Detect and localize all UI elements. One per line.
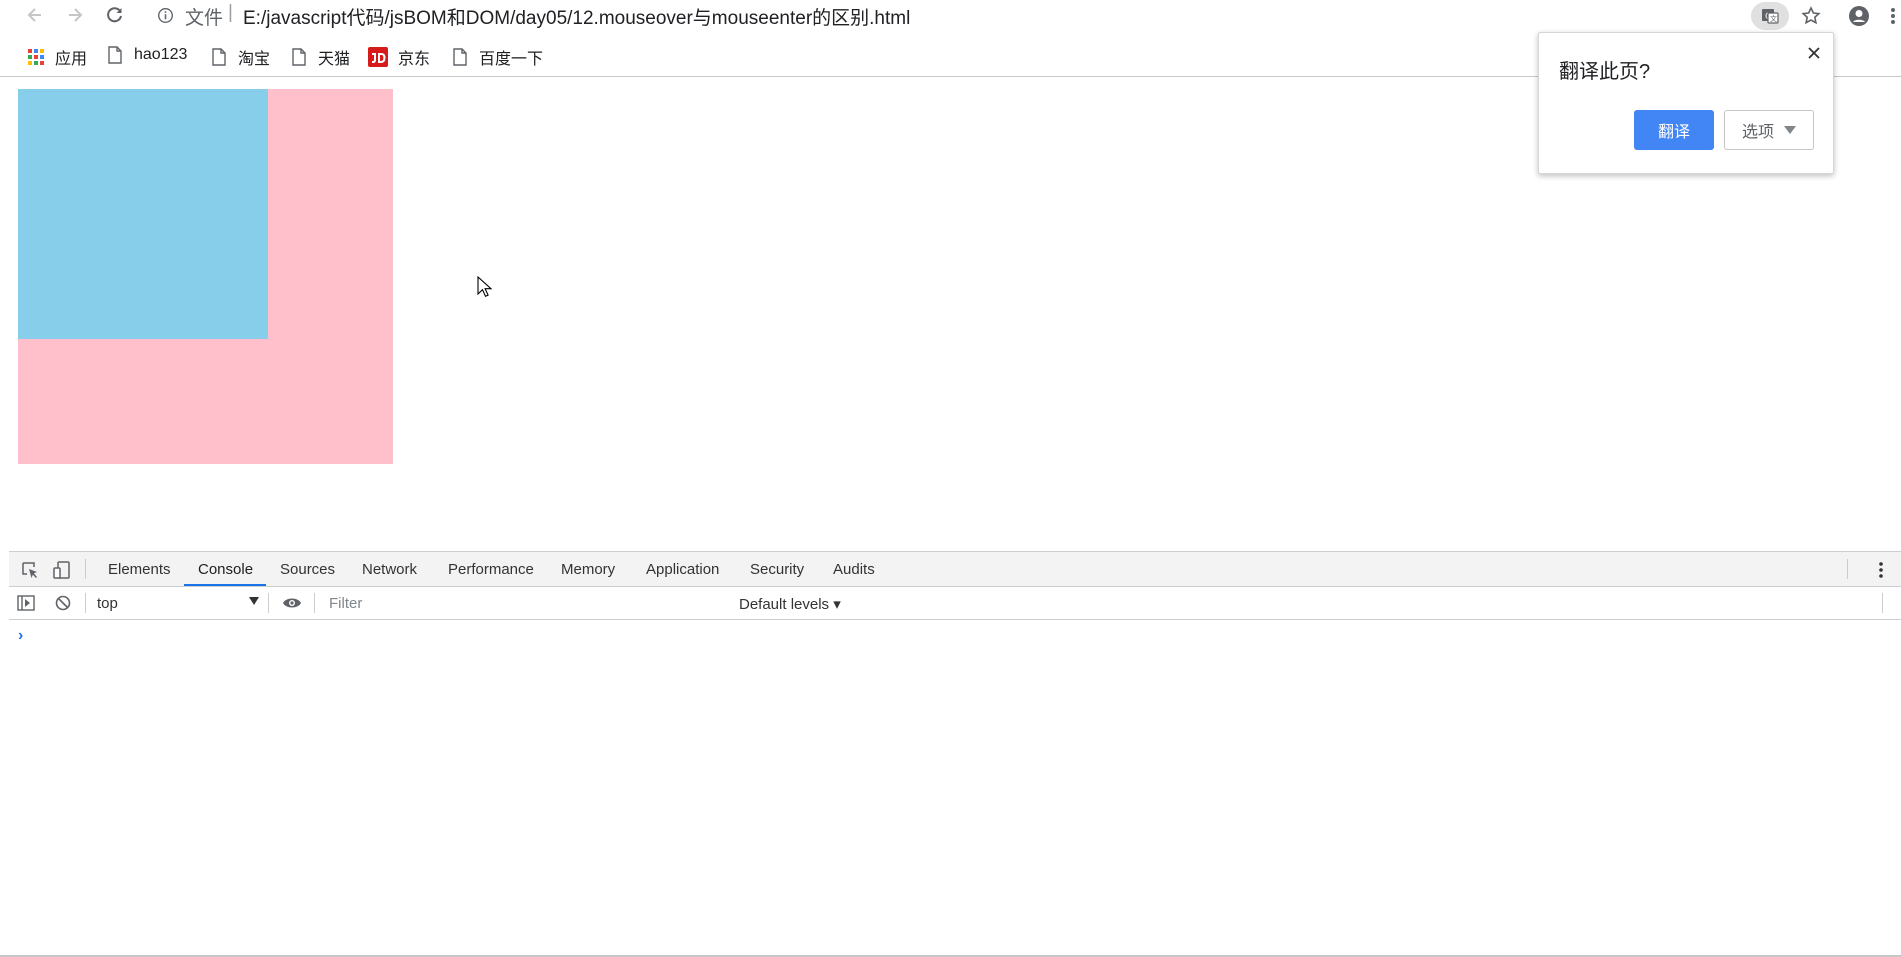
log-levels-dropdown[interactable]: Default levels ▾ — [739, 595, 841, 613]
devtools-panel: Elements Console Sources Network Perform… — [9, 551, 1901, 956]
inspect-cursor-icon — [22, 562, 37, 578]
devtools-menu-button[interactable] — [1871, 559, 1891, 581]
devtools-tab-bar: Elements Console Sources Network Perform… — [9, 552, 1901, 587]
toolbar-separator — [1847, 559, 1848, 579]
active-tab-indicator — [184, 584, 266, 586]
page-icon — [106, 45, 124, 65]
apps-grid-icon — [27, 47, 45, 67]
console-toolbar: top Filter Default levels ▾ — [9, 587, 1901, 620]
toolbar-separator — [85, 559, 86, 579]
mouse-cursor-icon — [477, 276, 493, 298]
tab-memory[interactable]: Memory — [561, 561, 615, 578]
page-icon — [210, 47, 228, 67]
bookmark-label: 天猫 — [318, 51, 351, 68]
svg-text:文: 文 — [1770, 14, 1777, 23]
bookmark-star-button[interactable] — [1795, 2, 1827, 30]
block-icon — [55, 595, 71, 611]
address-bar-url[interactable]: E:/javascript代码/jsBOM和DOM/day05/12.mouse… — [243, 3, 910, 30]
eye-icon — [283, 598, 301, 608]
options-label: 选项 — [1741, 124, 1774, 141]
page-icon — [451, 47, 469, 67]
bookmark-tmall[interactable]: 天猫 — [290, 45, 350, 69]
console-prompt[interactable]: › — [18, 627, 23, 645]
account-button[interactable] — [1843, 2, 1875, 30]
clear-console-button[interactable] — [52, 592, 74, 614]
info-icon — [157, 7, 173, 23]
inner-blue-box[interactable] — [18, 89, 268, 339]
page-icon — [290, 47, 308, 67]
device-mobile-icon — [53, 561, 70, 579]
url-scheme-label: 文件 — [185, 8, 224, 29]
outer-pink-box[interactable] — [18, 89, 393, 464]
tab-application[interactable]: Application — [646, 561, 719, 578]
toolbar-separator — [1882, 593, 1883, 613]
star-icon — [1801, 6, 1821, 25]
bookmark-label: hao123 — [134, 46, 188, 63]
console-filter-input[interactable]: Filter — [329, 595, 362, 612]
popup-close-button[interactable] — [1804, 43, 1824, 63]
kebab-menu-icon — [1879, 562, 1883, 578]
toolbar-separator — [85, 593, 86, 613]
tab-audits[interactable]: Audits — [833, 561, 875, 578]
forward-arrow-icon — [69, 8, 83, 22]
jd-logo-icon — [368, 47, 388, 67]
browser-toolbar: 文件 | E:/javascript代码/jsBOM和DOM/day05/12.… — [0, 0, 1901, 30]
translate-toolbar-button[interactable]: G文 — [1751, 2, 1789, 30]
context-selector[interactable]: top — [97, 595, 118, 612]
bookmark-label: 百度一下 — [479, 51, 544, 68]
back-arrow-icon — [27, 8, 41, 22]
show-sidebar-button[interactable] — [15, 592, 37, 614]
bookmark-label: 淘宝 — [238, 51, 271, 68]
sidebar-toggle-icon — [17, 595, 35, 611]
device-toolbar-button[interactable] — [51, 559, 73, 581]
toolbar-separator — [314, 593, 315, 613]
tab-elements[interactable]: Elements — [108, 561, 171, 578]
tab-security[interactable]: Security — [750, 561, 804, 578]
translate-button[interactable]: 翻译 — [1634, 110, 1714, 150]
close-icon — [1808, 47, 1820, 59]
translate-icon: G文 — [1762, 9, 1779, 24]
tab-sources[interactable]: Sources — [280, 561, 335, 578]
back-button[interactable] — [22, 2, 48, 28]
toolbar-separator — [268, 593, 269, 613]
translate-popup-title: 翻译此页? — [1559, 61, 1651, 83]
reload-icon — [107, 7, 122, 23]
kebab-menu-icon — [1891, 8, 1895, 24]
browser-menu-button[interactable] — [1885, 2, 1901, 30]
tab-performance[interactable]: Performance — [448, 561, 534, 578]
bookmark-label: 京东 — [398, 51, 431, 68]
url-separator: | — [228, 2, 233, 23]
live-expression-button[interactable] — [281, 592, 303, 614]
bookmark-taobao[interactable]: 淘宝 — [210, 45, 270, 69]
bookmark-label: 应用 — [55, 51, 88, 68]
bookmark-jd[interactable]: 京东 — [368, 45, 430, 69]
forward-button[interactable] — [62, 2, 88, 28]
tab-console[interactable]: Console — [198, 561, 253, 578]
site-info-button[interactable] — [155, 5, 175, 25]
account-icon — [1849, 6, 1869, 26]
bookmark-hao123[interactable]: hao123 — [106, 45, 187, 65]
translate-popup: 翻译此页? 翻译 选项 — [1538, 32, 1834, 174]
bookmark-baidu[interactable]: 百度一下 — [451, 45, 543, 69]
reload-button[interactable] — [102, 2, 128, 28]
chevron-down-icon — [1784, 126, 1796, 134]
dropdown-arrow-icon — [249, 597, 259, 605]
tab-network[interactable]: Network — [362, 561, 417, 578]
bookmark-apps[interactable]: 应用 — [27, 45, 87, 69]
options-dropdown-button[interactable]: 选项 — [1724, 110, 1814, 150]
inspect-element-button[interactable] — [19, 559, 41, 581]
